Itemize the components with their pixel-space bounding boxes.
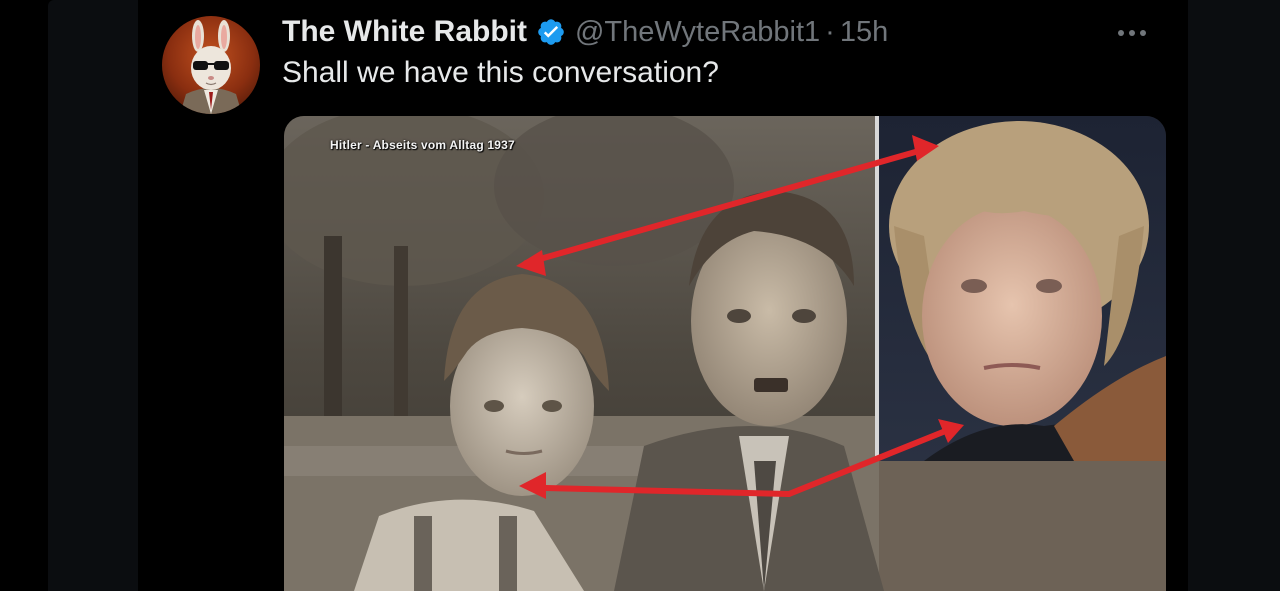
more-options-button[interactable] <box>1110 18 1154 48</box>
photo-caption: Hitler - Abseits vom Alltag 1937 <box>330 138 515 152</box>
tweet-text: Shall we have this conversation? <box>282 56 719 89</box>
screen: The White Rabbit @TheWyteRabbit1 · 15h S… <box>0 0 1280 591</box>
avatar[interactable] <box>162 16 260 114</box>
left-panel <box>48 0 138 591</box>
display-name[interactable]: The White Rabbit <box>282 15 527 49</box>
photo-collage <box>284 116 1166 591</box>
separator-dot: · <box>825 15 835 48</box>
tweet-header: The White Rabbit @TheWyteRabbit1 · 15h <box>282 12 888 52</box>
verified-badge-icon[interactable] <box>536 17 566 47</box>
rabbit-avatar-image <box>180 20 242 114</box>
tweet-media-image[interactable]: Hitler - Abseits vom Alltag 1937 <box>284 116 1166 591</box>
user-handle[interactable]: @TheWyteRabbit1 <box>575 16 820 49</box>
timestamp[interactable]: 15h <box>840 16 888 49</box>
tweet-card[interactable]: The White Rabbit @TheWyteRabbit1 · 15h S… <box>138 0 1188 591</box>
more-horizontal-icon <box>1118 30 1124 36</box>
right-panel <box>1188 0 1280 591</box>
